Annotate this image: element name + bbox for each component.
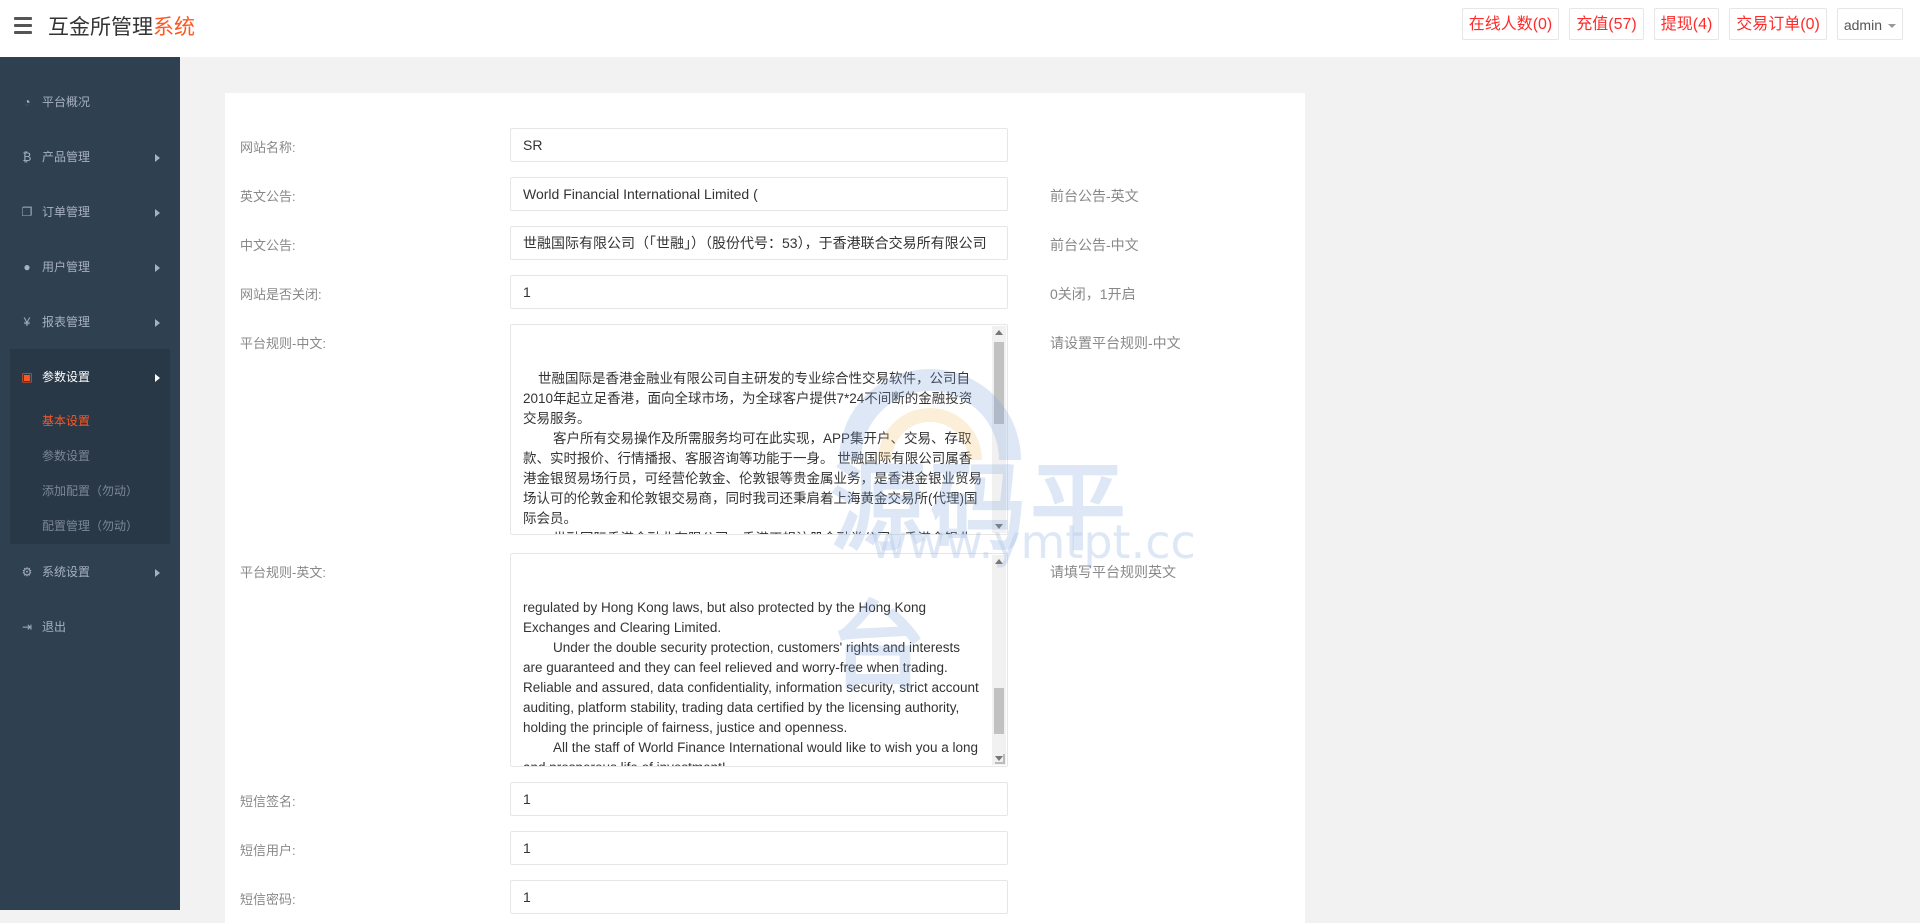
sidebar-item-reports[interactable]: ¥ 报表管理	[0, 294, 180, 349]
sign-out-icon: ⇥	[21, 619, 33, 634]
sidebar-item-label: 产品管理	[42, 150, 91, 164]
site-name-label: 网站名称:	[240, 140, 296, 155]
sms-sign-label: 短信签名:	[240, 794, 296, 809]
gears-icon: ⚙	[21, 564, 33, 579]
admin-label: admin	[1843, 17, 1882, 33]
bitcoin-icon: ₿	[22, 149, 32, 164]
sidebar-group-params: ▣ 参数设置 基本设置 参数设置 添加配置（勿动） 配置管理（勿动）	[10, 349, 170, 544]
site-closed-hint: 0关闭，1开启	[1050, 286, 1136, 302]
sidebar-item-users[interactable]: ● 用户管理	[0, 239, 180, 294]
rules-en-text: regulated by Hong Kong laws, but also pr…	[523, 600, 979, 766]
sms-user-label: 短信用户:	[240, 843, 296, 858]
online-users-button[interactable]: 在线人数(0)	[1461, 8, 1560, 40]
sidebar-item-label: 平台概况	[42, 95, 91, 109]
rules-cn-scrollbar[interactable]	[992, 326, 1006, 533]
withdraw-button[interactable]: 提现(4)	[1653, 8, 1720, 40]
rules-en-textarea[interactable]: regulated by Hong Kong laws, but also pr…	[510, 553, 1008, 767]
cn-notice-input[interactable]: 世融国际有限公司（「世融」）（股份代号：53），于香港联合交易所有限公司	[510, 226, 1008, 260]
sidebar-item-label: 订单管理	[42, 205, 91, 219]
sidebar-item-params[interactable]: ▣ 参数设置	[10, 349, 170, 404]
top-header: 互金所管理系统 在线人数(0) 充值(57) 提现(4) 交易订单(0) adm…	[0, 0, 1920, 57]
chevron-down-icon	[1888, 24, 1896, 29]
scroll-up-icon[interactable]	[995, 330, 1003, 335]
sidebar-item-orders[interactable]: ❐ 订单管理	[0, 184, 180, 239]
sidebar-item-overview[interactable]: ◔ 平台概况	[0, 74, 180, 129]
chevron-right-icon	[155, 154, 160, 162]
en-notice-hint: 前台公告-英文	[1050, 188, 1139, 204]
rules-en-scrollbar[interactable]	[992, 555, 1006, 765]
paste-icon: ▣	[21, 369, 33, 384]
chevron-right-icon	[155, 374, 160, 382]
rules-en-hint: 请填写平台规则英文	[1050, 564, 1176, 580]
chevron-right-icon	[155, 319, 160, 327]
sidebar-item-label: 用户管理	[42, 260, 91, 274]
trade-orders-button[interactable]: 交易订单(0)	[1729, 8, 1827, 40]
menu-toggle-icon[interactable]	[14, 17, 32, 35]
resize-handle-icon[interactable]	[995, 754, 1005, 764]
header-actions: 在线人数(0) 充值(57) 提现(4) 交易订单(0) admin	[1461, 8, 1903, 40]
cn-notice-hint: 前台公告-中文	[1050, 237, 1139, 253]
chevron-right-icon	[155, 264, 160, 272]
sms-pass-label: 短信密码:	[240, 892, 296, 907]
yen-icon: ¥	[23, 314, 31, 329]
scroll-thumb[interactable]	[994, 688, 1004, 734]
sidebar-subitem-param-settings[interactable]: 参数设置	[10, 439, 170, 474]
sidebar-subitem-config-manage[interactable]: 配置管理（勿动）	[10, 509, 170, 544]
rules-cn-hint: 请设置平台规则-中文	[1050, 335, 1181, 351]
site-closed-label: 网站是否关闭:	[240, 287, 322, 302]
admin-menu-button[interactable]: admin	[1836, 8, 1903, 40]
app-logo: 互金所管理系统	[48, 14, 195, 42]
en-notice-label: 英文公告:	[240, 189, 296, 204]
recharge-button[interactable]: 充值(57)	[1569, 8, 1644, 40]
en-notice-input[interactable]: World Financial International Limited (	[510, 177, 1008, 211]
logo-main: 互金所管理	[48, 16, 153, 39]
site-closed-input[interactable]: 1	[510, 275, 1008, 309]
rules-cn-text: 世融国际是香港金融业有限公司自主研发的专业综合性交易软件，公司自2010年起立足…	[523, 371, 982, 534]
settings-form-panel: 网站名称: SR 英文公告: World Financial Internati…	[225, 93, 1305, 923]
sidebar-item-label: 报表管理	[42, 315, 91, 329]
site-name-input[interactable]: SR	[510, 128, 1008, 162]
sidebar: ◔ 平台概况 ₿ 产品管理 ❐ 订单管理 ● 用户管理 ¥ 报表管理 ▣ 参数设置 基本设置…	[0, 57, 180, 910]
sms-pass-input[interactable]: 1	[510, 880, 1008, 914]
sms-user-input[interactable]: 1	[510, 831, 1008, 865]
scroll-thumb[interactable]	[994, 342, 1004, 424]
sidebar-item-logout[interactable]: ⇥ 退出	[0, 599, 180, 654]
user-icon: ●	[23, 259, 31, 274]
sidebar-subitem-basic-settings[interactable]: 基本设置	[10, 404, 170, 439]
dashboard-icon: ◔	[23, 94, 31, 109]
sidebar-item-products[interactable]: ₿ 产品管理	[0, 129, 180, 184]
sidebar-item-label: 系统设置	[42, 565, 91, 579]
sidebar-item-system[interactable]: ⚙ 系统设置	[0, 544, 180, 599]
scroll-down-icon[interactable]	[995, 524, 1003, 529]
cn-notice-label: 中文公告:	[240, 238, 296, 253]
scroll-up-icon[interactable]	[995, 559, 1003, 564]
sidebar-subitem-add-config[interactable]: 添加配置（勿动）	[10, 474, 170, 509]
rules-en-label: 平台规则-英文:	[240, 565, 326, 580]
sms-sign-input[interactable]: 1	[510, 782, 1008, 816]
copy-icon: ❐	[21, 204, 33, 219]
rules-cn-label: 平台规则-中文:	[240, 336, 326, 351]
rules-cn-textarea[interactable]: 世融国际是香港金融业有限公司自主研发的专业综合性交易软件，公司自2010年起立足…	[510, 324, 1008, 535]
chevron-right-icon	[155, 569, 160, 577]
sidebar-item-label: 退出	[42, 620, 67, 634]
chevron-right-icon	[155, 209, 160, 217]
logo-accent: 系统	[153, 16, 195, 39]
sidebar-item-label: 参数设置	[42, 370, 91, 384]
